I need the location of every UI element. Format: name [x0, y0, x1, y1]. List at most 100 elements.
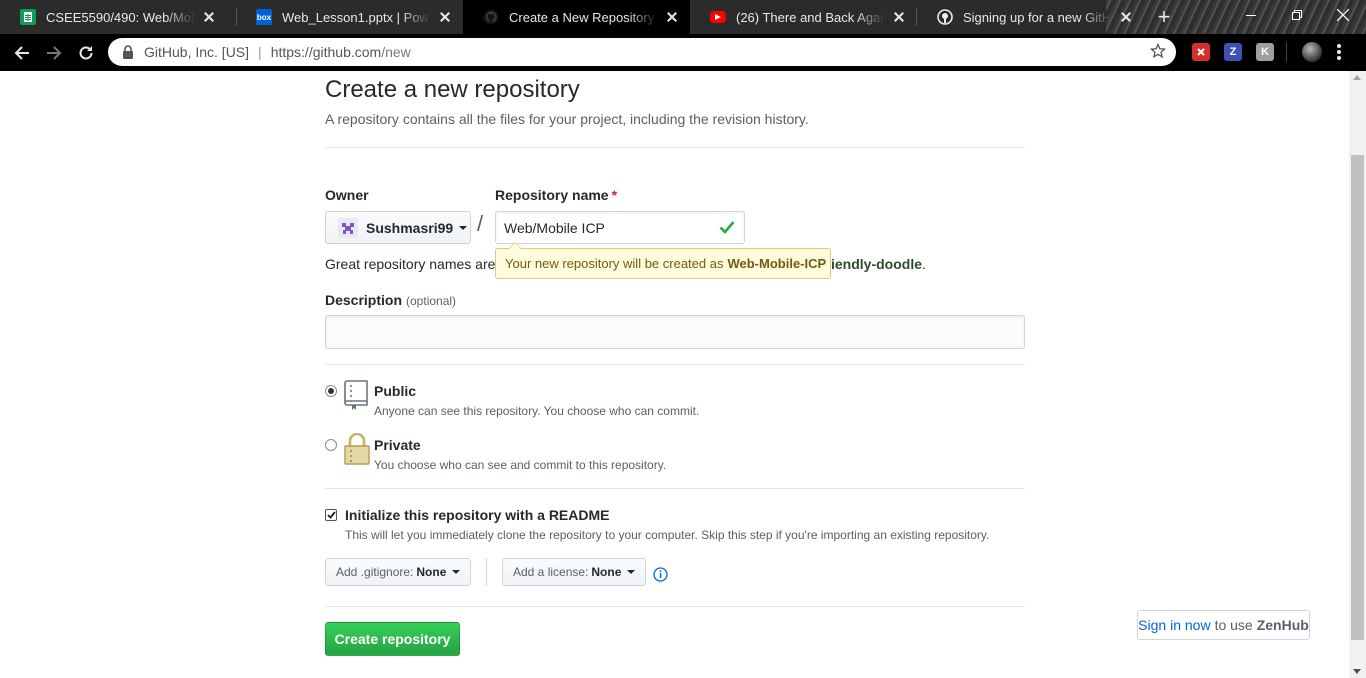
close-tab-icon[interactable] [891, 9, 907, 25]
browser-menu-icon[interactable] [1337, 44, 1341, 60]
address-separator: | [258, 44, 262, 60]
url-host: https://github.com [270, 44, 382, 60]
optional-tag: (optional) [406, 294, 457, 308]
site-owner: GitHub, Inc. [US] [144, 44, 250, 60]
repo-name-tooltip: Your new repository will be created as W… [495, 242, 831, 279]
google-sheets-icon [20, 9, 36, 25]
tooltip-repo-name: Web-Mobile-ICP [727, 256, 827, 271]
close-tab-icon[interactable] [201, 9, 217, 25]
zenhub-brand: ZenHub [1256, 617, 1309, 633]
public-note: Anyone can see this repository. You choo… [374, 404, 700, 418]
owner-name: Sushmasri99 [366, 219, 454, 236]
scroll-thumb[interactable] [1351, 155, 1364, 640]
divider [325, 606, 1025, 607]
close-window-button[interactable] [1320, 0, 1366, 30]
avatar [338, 217, 358, 238]
gitignore-select[interactable]: Add .gitignore: None [325, 558, 472, 586]
hint-end: . [922, 256, 926, 272]
required-mark: * [611, 187, 618, 203]
page-title: Create a new repository [325, 76, 580, 103]
private-note: You choose who can see and commit to thi… [374, 458, 667, 472]
divider [325, 147, 1025, 148]
close-tab-icon[interactable] [664, 9, 680, 25]
tab-strip: CSEE5590/490: Web/Mobile Pr box Web_Less… [0, 0, 1366, 34]
info-icon[interactable] [653, 567, 668, 587]
repo-icon [344, 379, 370, 416]
check-icon [719, 220, 735, 239]
close-tab-icon[interactable] [437, 9, 453, 25]
new-tab-button[interactable]: + [1154, 6, 1174, 28]
reload-button[interactable] [73, 40, 99, 66]
page-content: Create a new repository A repository con… [0, 71, 1349, 678]
description-label: Description (optional) [325, 292, 456, 308]
scroll-up-arrow-icon[interactable] [1353, 75, 1361, 80]
readme-label[interactable]: Initialize this repository with a README [345, 507, 609, 523]
bookmark-star-icon[interactable] [1149, 42, 1167, 62]
repo-name-hint-suffix: iendly-doodle. [831, 256, 926, 272]
select-divider [486, 558, 487, 586]
tab-sheets[interactable]: CSEE5590/490: Web/Mobile Pr [0, 0, 227, 34]
repo-name-label: Repository name * [495, 187, 617, 203]
lock-icon [122, 45, 134, 59]
z-extension-icon[interactable]: Z [1224, 43, 1242, 61]
public-radio[interactable] [325, 385, 337, 397]
scroll-down-arrow-icon[interactable] [1353, 669, 1361, 674]
youtube-icon [710, 11, 726, 23]
license-value: None [591, 565, 622, 579]
box-icon: box [256, 9, 272, 25]
github-icon [483, 9, 499, 25]
minimize-button[interactable] [1228, 0, 1274, 30]
license-label: Add a license: [513, 565, 589, 579]
gitignore-value: None [416, 565, 447, 579]
address-bar[interactable]: GitHub, Inc. [US] | https://github.com/n… [108, 38, 1176, 66]
tab-box[interactable]: box Web_Lesson1.pptx | Powered b [236, 0, 463, 34]
close-tab-icon[interactable] [1118, 9, 1134, 25]
zenhub-text: to use [1214, 617, 1253, 633]
chevron-down-icon [452, 570, 461, 574]
toolbar-divider [1286, 42, 1287, 62]
chevron-down-icon [459, 225, 468, 230]
owner-label: Owner [325, 187, 369, 203]
shield-extension-icon[interactable] [1192, 43, 1210, 61]
description-label-text: Description [325, 292, 403, 308]
private-radio[interactable] [325, 439, 337, 451]
tab-title: Signing up for a new GitHub a [963, 9, 1112, 25]
readme-note: This will let you immediately clone the … [345, 528, 990, 542]
tab-title: (26) There and Back Again A Pr [736, 9, 885, 25]
tab-youtube[interactable]: (26) There and Back Again A Pr [690, 0, 917, 34]
tab-create-repository[interactable]: Create a New Repository [463, 0, 690, 34]
github-icon [937, 9, 953, 25]
public-title: Public [374, 383, 417, 399]
k-extension-icon[interactable]: K [1256, 43, 1274, 61]
repo-name-hint: Great repository names are [325, 256, 496, 272]
hint-example-name: iendly-doodle [831, 256, 922, 272]
forward-button[interactable] [41, 40, 67, 66]
page-subtitle: A repository contains all the files for … [325, 111, 809, 127]
scrollbar[interactable] [1349, 71, 1366, 678]
restore-button[interactable] [1274, 0, 1320, 30]
tooltip-text: Your new repository will be created as [505, 256, 724, 271]
zenhub-signin-link[interactable]: Sign in now [1138, 617, 1210, 633]
tab-title: CSEE5590/490: Web/Mobile Pr [46, 9, 195, 25]
create-repository-button[interactable]: Create repository [325, 622, 460, 656]
readme-checkbox[interactable] [325, 509, 337, 521]
divider [325, 364, 1025, 365]
divider [325, 488, 1025, 489]
back-button[interactable] [9, 40, 35, 66]
tab-title: Web_Lesson1.pptx | Powered b [282, 9, 431, 25]
repo-name-input[interactable] [495, 211, 745, 244]
tab-github-signup[interactable]: Signing up for a new GitHub a [917, 0, 1144, 34]
private-title: Private [374, 437, 421, 453]
chevron-down-icon [627, 570, 636, 574]
url-path: /new [381, 44, 411, 60]
license-select[interactable]: Add a license: None [502, 558, 647, 586]
lock-icon [344, 432, 370, 470]
tab-title: Create a New Repository [509, 9, 655, 25]
owner-repo-separator: / [477, 211, 484, 236]
zenhub-signin[interactable]: Sign in now to use ZenHub [1137, 610, 1310, 640]
gitignore-label: Add .gitignore: [336, 565, 414, 579]
profile-avatar[interactable] [1302, 42, 1322, 62]
repo-name-label-text: Repository name [495, 187, 609, 203]
owner-select[interactable]: Sushmasri99 [325, 211, 471, 244]
description-input[interactable] [325, 315, 1025, 349]
